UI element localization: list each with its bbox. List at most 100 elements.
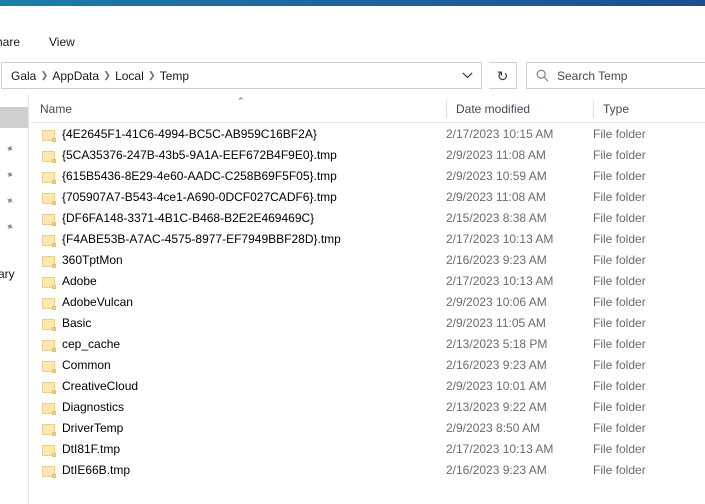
- refresh-button[interactable]: ↻: [489, 62, 517, 89]
- file-name-label: CreativeCloud: [62, 379, 139, 393]
- nav-item-quick-access-2[interactable]: ✦: [0, 165, 28, 186]
- file-type: File folder: [593, 358, 646, 372]
- file-name-cell[interactable]: Adobe: [30, 271, 97, 292]
- folder-icon: [42, 360, 56, 373]
- table-row[interactable]: DriverTemp 2/9/2023 8:50 AM File folder: [30, 418, 705, 439]
- breadcrumb-separator-icon: ❯: [147, 70, 156, 80]
- table-row[interactable]: Common 2/16/2023 9:23 AM File folder: [30, 355, 705, 376]
- file-date-modified: 2/9/2023 10:01 AM: [446, 379, 547, 393]
- table-row[interactable]: DtI81F.tmp 2/17/2023 10:13 AM File folder: [30, 439, 705, 460]
- file-name-cell[interactable]: DtI81F.tmp: [30, 439, 120, 460]
- file-name-cell[interactable]: AdobeVulcan: [30, 292, 133, 313]
- table-row[interactable]: AdobeVulcan 2/9/2023 10:06 AM File folder: [30, 292, 705, 313]
- breadcrumb-item-local[interactable]: Local: [115, 69, 144, 83]
- file-name-cell[interactable]: CreativeCloud: [30, 376, 138, 397]
- file-date-modified: 2/9/2023 8:50 AM: [446, 421, 541, 435]
- search-input[interactable]: Search Temp: [526, 62, 705, 89]
- folder-icon: [42, 192, 56, 205]
- column-header-row: Name ⌃ Date modified Type: [30, 96, 705, 123]
- table-row[interactable]: {5CA35376-247B-43b5-9A1A-EEF672B4F9E0}.t…: [30, 145, 705, 166]
- file-name-label: DtI81F.tmp: [62, 442, 121, 456]
- file-type: File folder: [593, 190, 646, 204]
- file-name-cell[interactable]: {5CA35376-247B-43b5-9A1A-EEF672B4F9E0}.t…: [30, 145, 337, 166]
- table-row[interactable]: {615B5436-8E29-4e60-AADC-C258B69F5F05}.t…: [30, 166, 705, 187]
- file-type: File folder: [593, 211, 646, 225]
- folder-icon: [42, 423, 56, 436]
- table-row[interactable]: {705907A7-B543-4ce1-A690-0DCF027CADF6}.t…: [30, 187, 705, 208]
- tab-share[interactable]: Share: [0, 34, 20, 50]
- folder-icon: [42, 150, 56, 163]
- file-type: File folder: [593, 169, 646, 183]
- nav-item-selected[interactable]: [0, 107, 28, 128]
- file-type: File folder: [593, 379, 646, 393]
- file-name-label: cep_cache: [62, 337, 121, 351]
- breadcrumb-item-gala[interactable]: Gala: [11, 69, 36, 83]
- file-date-modified: 2/16/2023 9:23 AM: [446, 358, 547, 372]
- file-date-modified: 2/9/2023 11:08 AM: [446, 190, 546, 204]
- table-row[interactable]: 360TptMon 2/16/2023 9:23 AM File folder: [30, 250, 705, 271]
- breadcrumb-address-box[interactable]: Gala ❯ AppData ❯ Local ❯ Temp: [1, 62, 482, 89]
- file-name-cell[interactable]: Diagnostics: [30, 397, 124, 418]
- file-name-cell[interactable]: Basic: [30, 313, 91, 334]
- table-row[interactable]: Basic 2/9/2023 11:05 AM File folder: [30, 313, 705, 334]
- column-header-name-label: Name: [40, 102, 73, 116]
- table-row[interactable]: DtIE66B.tmp 2/16/2023 9:23 AM File folder: [30, 460, 705, 481]
- address-bar-row: Gala ❯ AppData ❯ Local ❯ Temp ↻ Search T…: [0, 62, 705, 90]
- nav-item-quick-access-1[interactable]: ✦: [0, 139, 28, 160]
- folder-icon: [42, 381, 56, 394]
- file-name-cell[interactable]: {F4ABE53B-A7AC-4575-8977-EF7949BBF28D}.t…: [30, 229, 341, 250]
- file-type: File folder: [593, 295, 646, 309]
- table-row[interactable]: {4E2645F1-41C6-4994-BC5C-AB959C16BF2A} 2/…: [30, 124, 705, 145]
- column-header-date-modified-label: Date modified: [456, 102, 531, 116]
- file-name-cell[interactable]: 360TptMon: [30, 250, 123, 271]
- table-row[interactable]: CreativeCloud 2/9/2023 10:01 AM File folde…: [30, 376, 705, 397]
- file-date-modified: 2/9/2023 11:05 AM: [446, 316, 546, 330]
- file-name-cell[interactable]: {705907A7-B543-4ce1-A690-0DCF027CADF6}.t…: [30, 187, 337, 208]
- refresh-icon: ↻: [496, 67, 509, 84]
- chevron-down-icon[interactable]: [453, 63, 481, 88]
- file-name-cell[interactable]: {4E2645F1-41C6-4994-BC5C-AB959C16BF2A}: [30, 124, 317, 145]
- folder-icon: [42, 234, 56, 247]
- breadcrumb: Gala ❯ AppData ❯ Local ❯ Temp: [2, 69, 453, 83]
- column-header-name[interactable]: Name ⌃: [30, 96, 446, 122]
- file-type: File folder: [593, 400, 646, 414]
- nav-item-quick-access-3[interactable]: ✦: [0, 191, 28, 212]
- tab-view[interactable]: View: [49, 34, 75, 50]
- column-header-type[interactable]: Type: [593, 96, 705, 122]
- file-date-modified: 2/17/2023 10:13 AM: [446, 274, 554, 288]
- folder-icon: [42, 465, 56, 478]
- file-name-cell[interactable]: cep_cache: [30, 334, 120, 355]
- breadcrumb-item-appdata[interactable]: AppData: [52, 69, 99, 83]
- file-name-cell[interactable]: {DF6FA148-3371-4B1C-B468-B2E2E469469C}: [30, 208, 314, 229]
- file-name-label: DriverTemp: [62, 421, 124, 435]
- window-accent-bar: [0, 0, 705, 6]
- search-placeholder-text: Search Temp: [557, 68, 628, 83]
- table-row[interactable]: cep_cache 2/13/2023 5:18 PM File folder: [30, 334, 705, 355]
- file-name-cell[interactable]: {615B5436-8E29-4e60-AADC-C258B69F5F05}.t…: [30, 166, 337, 187]
- file-type: File folder: [593, 442, 646, 456]
- tab-view-label: View: [49, 35, 75, 49]
- sort-ascending-icon: ⌃: [237, 96, 245, 106]
- file-name-cell[interactable]: DtIE66B.tmp: [30, 460, 130, 481]
- column-header-type-label: Type: [603, 102, 630, 116]
- table-row[interactable]: Diagnostics 2/13/2023 9:22 AM File folder: [30, 397, 705, 418]
- file-name-label: {F4ABE53B-A7AC-4575-8977-EF7949BBF28D}.t…: [62, 232, 341, 246]
- file-list[interactable]: {4E2645F1-41C6-4994-BC5C-AB959C16BF2A} 2/…: [30, 124, 705, 504]
- file-date-modified: 2/9/2023 11:08 AM: [446, 148, 546, 162]
- file-name-cell[interactable]: Common: [30, 355, 111, 376]
- file-type: File folder: [593, 253, 646, 267]
- file-date-modified: 2/17/2023 10:13 AM: [446, 442, 554, 456]
- file-type: File folder: [593, 232, 646, 246]
- file-name-label: {DF6FA148-3371-4B1C-B468-B2E2E469469C}: [62, 211, 315, 225]
- table-row[interactable]: {F4ABE53B-A7AC-4575-8977-EF7949BBF28D}.t…: [30, 229, 705, 250]
- file-type: File folder: [593, 274, 646, 288]
- breadcrumb-item-temp[interactable]: Temp: [160, 69, 189, 83]
- table-row[interactable]: {DF6FA148-3371-4B1C-B468-B2E2E469469C} 2/…: [30, 208, 705, 229]
- table-row[interactable]: Adobe 2/17/2023 10:13 AM File folder: [30, 271, 705, 292]
- column-header-date-modified[interactable]: Date modified: [446, 96, 593, 122]
- nav-item-library[interactable]: Library: [0, 263, 28, 284]
- file-name-label: {705907A7-B543-4ce1-A690-0DCF027CADF6}.t…: [62, 190, 337, 204]
- nav-item-quick-access-4[interactable]: ✦: [0, 217, 28, 238]
- file-date-modified: 2/9/2023 10:59 AM: [446, 169, 547, 183]
- file-name-cell[interactable]: DriverTemp: [30, 418, 123, 439]
